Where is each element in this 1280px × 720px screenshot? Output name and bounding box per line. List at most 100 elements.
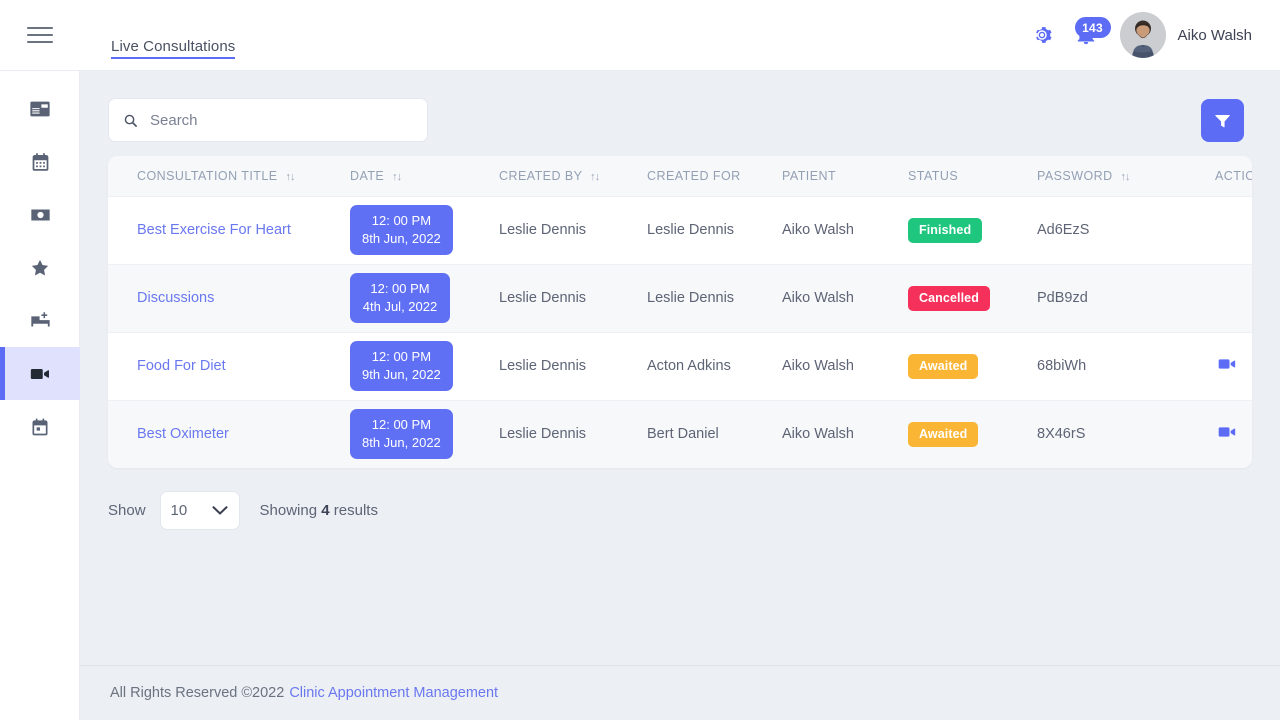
sidebar-item-id-card[interactable] bbox=[0, 82, 80, 135]
filter-funnel-icon bbox=[1213, 111, 1232, 130]
hamburger-menu-icon[interactable] bbox=[0, 0, 80, 71]
money-bill-icon bbox=[29, 204, 52, 226]
result-count: 4 bbox=[321, 502, 329, 519]
search-box[interactable] bbox=[108, 98, 428, 142]
table-row: Discussions 12: 00 PM4th Jul, 2022 Leslie … bbox=[108, 264, 1252, 332]
column-header-password[interactable]: PASSWORD ↑↓ bbox=[1037, 156, 1215, 196]
status-badge: Cancelled bbox=[908, 286, 990, 311]
avatar[interactable] bbox=[1120, 12, 1166, 58]
column-header-created-by[interactable]: CREATED BY ↑↓ bbox=[499, 156, 647, 196]
consultation-title-link[interactable]: Best Oximeter bbox=[137, 426, 229, 442]
consultations-table: CONSULTATION TITLE ↑↓ DATE ↑↓ CREATED BY… bbox=[108, 156, 1252, 468]
status-badge: Finished bbox=[908, 218, 982, 243]
sort-icon[interactable]: ↑↓ bbox=[285, 171, 294, 183]
sort-icon[interactable]: ↑↓ bbox=[392, 171, 401, 183]
app-root: Live Consultations 143 bbox=[0, 0, 1280, 720]
column-label: PATIENT bbox=[782, 169, 836, 183]
sidebar-item-live-consultations[interactable] bbox=[0, 347, 80, 400]
username-label: Aiko Walsh bbox=[1178, 27, 1252, 44]
table-row: Best Oximeter12: 00 PM8th Jun, 2022Lesli… bbox=[108, 400, 1252, 468]
header-tabs: Live Consultations bbox=[80, 0, 235, 71]
header-actions: 143 bbox=[1020, 0, 1280, 71]
column-label: STATUS bbox=[908, 169, 958, 183]
cell-status: Cancelled bbox=[908, 264, 1037, 332]
page-size-select[interactable]: 10 bbox=[160, 491, 240, 530]
page-size-value: 10 bbox=[171, 502, 188, 519]
sidebar bbox=[0, 71, 80, 720]
cell-status: Awaited bbox=[908, 332, 1037, 400]
cell-password: 68biWh bbox=[1037, 332, 1215, 400]
cell-created-by: Leslie Dennis bbox=[499, 400, 647, 468]
calendar-icon bbox=[30, 151, 51, 173]
notifications-button[interactable]: 143 bbox=[1064, 13, 1108, 57]
cell-consultation-title: Food For Diet bbox=[108, 332, 350, 400]
table-body: Best Exercise For Heart12: 00 PM8th Jun,… bbox=[108, 196, 1252, 468]
notification-badge: 143 bbox=[1075, 17, 1111, 38]
column-header-consultation-title[interactable]: CONSULTATION TITLE ↑↓ bbox=[108, 156, 350, 196]
video-camera-icon[interactable] bbox=[1215, 354, 1239, 378]
status-badge: Awaited bbox=[908, 354, 978, 379]
hamburger-bars bbox=[27, 22, 53, 48]
copyright-text: All Rights Reserved ©2022 bbox=[110, 685, 284, 701]
cell-consultation-title: Best Exercise For Heart bbox=[108, 196, 350, 264]
column-header-date[interactable]: DATE ↑↓ bbox=[350, 156, 499, 196]
cell-status: Awaited bbox=[908, 400, 1037, 468]
date-badge-time: 12: 00 PM bbox=[362, 280, 438, 298]
cell-action bbox=[1215, 332, 1252, 400]
consultations-table-card: CONSULTATION TITLE ↑↓ DATE ↑↓ CREATED BY… bbox=[108, 156, 1252, 468]
cell-created-by: Leslie Dennis bbox=[499, 196, 647, 264]
consultation-title-link[interactable]: Food For Diet bbox=[137, 358, 226, 374]
column-label: PASSWORD bbox=[1037, 169, 1113, 183]
sort-icon[interactable]: ↑↓ bbox=[590, 171, 599, 183]
column-header-action: ACTION bbox=[1215, 156, 1252, 196]
cell-consultation-title: Discussions bbox=[108, 264, 350, 332]
table-row: Food For Diet12: 00 PM9th Jun, 2022Lesli… bbox=[108, 332, 1252, 400]
cell-created-by: Leslie Dennis bbox=[499, 332, 647, 400]
sort-icon[interactable]: ↑↓ bbox=[1121, 171, 1130, 183]
table-header-row: CONSULTATION TITLE ↑↓ DATE ↑↓ CREATED BY… bbox=[108, 156, 1252, 196]
cell-action bbox=[1215, 400, 1252, 468]
consultation-title-link[interactable]: Best Exercise For Heart bbox=[137, 222, 291, 238]
cell-created-for: Acton Adkins bbox=[647, 332, 782, 400]
sidebar-item-billing[interactable] bbox=[0, 188, 80, 241]
content-toolbar bbox=[80, 71, 1280, 142]
gear-icon[interactable] bbox=[1020, 13, 1064, 57]
cell-created-for: Leslie Dennis bbox=[647, 196, 782, 264]
sidebar-item-appointments[interactable] bbox=[0, 400, 80, 453]
date-badge-time: 12: 00 PM bbox=[362, 212, 441, 230]
date-badge: 12: 00 PM4th Jul, 2022 bbox=[350, 273, 450, 323]
cell-password: Ad6EzS bbox=[1037, 196, 1215, 264]
pagination-bar: Show 10 Showing 4 results bbox=[80, 468, 1280, 530]
sidebar-item-inpatients[interactable] bbox=[0, 294, 80, 347]
sidebar-item-calendar[interactable] bbox=[0, 135, 80, 188]
date-badge-date: 4th Jul, 2022 bbox=[362, 298, 438, 316]
cell-action bbox=[1215, 264, 1252, 332]
date-badge-date: 8th Jun, 2022 bbox=[362, 434, 441, 452]
sidebar-item-favourites[interactable] bbox=[0, 241, 80, 294]
cell-password: PdB9zd bbox=[1037, 264, 1215, 332]
cell-created-by: Leslie Dennis bbox=[499, 264, 647, 332]
column-label: CREATED FOR bbox=[647, 169, 741, 183]
cell-patient: Aiko Walsh bbox=[782, 264, 908, 332]
tab-live-consultations[interactable]: Live Consultations bbox=[111, 38, 235, 71]
tab-label: Live Consultations bbox=[111, 38, 235, 55]
calendar-day-icon bbox=[30, 416, 50, 438]
consultation-title-link[interactable]: Discussions bbox=[137, 290, 214, 306]
search-input[interactable] bbox=[148, 111, 398, 130]
video-camera-icon bbox=[28, 363, 52, 385]
showing-suffix: results bbox=[334, 502, 378, 519]
cell-consultation-title: Best Oximeter bbox=[108, 400, 350, 468]
column-header-created-for: CREATED FOR bbox=[647, 156, 782, 196]
search-icon bbox=[123, 113, 138, 128]
column-header-status: STATUS bbox=[908, 156, 1037, 196]
cell-created-for: Bert Daniel bbox=[647, 400, 782, 468]
cell-created-for: Leslie Dennis bbox=[647, 264, 782, 332]
status-badge: Awaited bbox=[908, 422, 978, 447]
footer-link[interactable]: Clinic Appointment Management bbox=[289, 685, 498, 701]
column-label: CONSULTATION TITLE bbox=[137, 169, 278, 183]
filter-button[interactable] bbox=[1201, 99, 1244, 142]
date-badge-time: 12: 00 PM bbox=[362, 348, 441, 366]
video-camera-icon[interactable] bbox=[1215, 422, 1239, 446]
hospital-bed-icon bbox=[29, 310, 52, 332]
cell-date: 12: 00 PM8th Jun, 2022 bbox=[350, 196, 499, 264]
